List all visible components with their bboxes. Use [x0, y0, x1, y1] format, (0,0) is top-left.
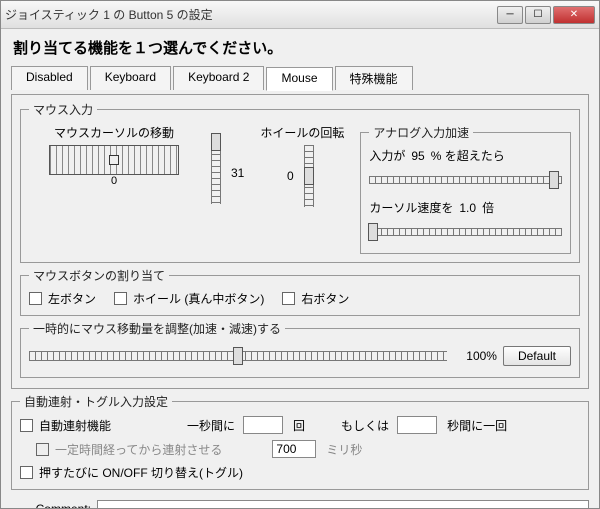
check-delay-fire: 一定時間経ってから連射させる: [36, 441, 222, 458]
content-area: 割り当てる機能を１つ選んでください。 Disabled Keyboard Key…: [1, 29, 599, 508]
check-right-button[interactable]: 右ボタン: [282, 290, 349, 307]
label-comment: Comment:: [11, 502, 91, 508]
label-persec-a: 一秒間に: [187, 417, 235, 434]
group-autofire: 自動連射・トグル入力設定 自動連射機能 一秒間に 回 もしくは 秒間に一回 一定…: [11, 393, 589, 490]
cursor-direction-box[interactable]: [49, 145, 179, 175]
tab-disabled[interactable]: Disabled: [11, 66, 88, 90]
tab-mouse[interactable]: Mouse: [266, 67, 332, 91]
wheel-value: 0: [287, 169, 294, 183]
label-wheel: ホイールの回転: [260, 124, 344, 141]
tab-special[interactable]: 特殊機能: [335, 66, 413, 90]
group-button-assign: マウスボタンの割り当て 左ボタン ホイール (真ん中ボタン) 右ボタン: [20, 267, 580, 316]
analog-threshold-slider[interactable]: [369, 167, 562, 193]
tab-keyboard2[interactable]: Keyboard 2: [173, 66, 264, 90]
group-temp-adjust: 一時的にマウス移動量を調整(加速・減速)する 100% Default: [20, 320, 580, 378]
analog-line2c: 倍: [482, 199, 494, 216]
label-persec-b: 秒間に一回: [447, 417, 507, 434]
check-toggle[interactable]: 押すたびに ON/OFF 切り替え(トグル): [20, 464, 243, 481]
window: ジョイスティック 1 の Button 5 の設定 ─ ☐ ✕ 割り当てる機能を…: [0, 0, 600, 509]
check-wheel-button[interactable]: ホイール (真ん中ボタン): [114, 290, 264, 307]
tabstrip: Disabled Keyboard Keyboard 2 Mouse 特殊機能: [11, 66, 589, 90]
legend-mouse-input: マウス入力: [29, 101, 97, 118]
legend-button-assign: マウスボタンの割り当て: [29, 267, 169, 284]
titlebar[interactable]: ジョイスティック 1 の Button 5 の設定 ─ ☐ ✕: [1, 1, 599, 29]
minimize-button[interactable]: ─: [497, 6, 523, 24]
default-button[interactable]: Default: [503, 346, 571, 366]
analog-threshold-value: 95: [411, 149, 424, 163]
input-delay-ms: [272, 440, 316, 458]
label-cursor-move: マウスカーソルの移動: [29, 124, 199, 141]
temp-adjust-percent: 100%: [453, 349, 497, 363]
tab-keyboard[interactable]: Keyboard: [90, 66, 171, 90]
check-left-button[interactable]: 左ボタン: [29, 290, 96, 307]
close-button[interactable]: ✕: [553, 6, 595, 24]
temp-adjust-slider[interactable]: [29, 343, 447, 369]
input-times-per-sec[interactable]: [243, 416, 283, 434]
window-title: ジョイスティック 1 の Button 5 の設定: [5, 6, 495, 23]
analog-speed-slider[interactable]: [369, 219, 562, 245]
legend-analog-accel: アナログ入力加速: [369, 124, 473, 141]
cursor-speed-value: 31: [231, 166, 244, 180]
input-comment[interactable]: [97, 500, 589, 508]
legend-temp-adjust: 一時的にマウス移動量を調整(加速・減速)する: [29, 320, 285, 337]
group-mouse-input: マウス入力 マウスカーソルの移動 0 31: [20, 101, 580, 263]
group-analog-accel: アナログ入力加速 入力が 95 % を超えたら カーソル速度を 1.0: [360, 124, 571, 254]
wheel-slider[interactable]: [300, 145, 318, 207]
unit-ms: ミリ秒: [326, 441, 362, 458]
analog-line1a: 入力が: [369, 147, 405, 164]
check-autofire-enable[interactable]: 自動連射機能: [20, 417, 111, 434]
maximize-button[interactable]: ☐: [525, 6, 551, 24]
label-or: もしくは: [341, 417, 389, 434]
cursor-speed-slider[interactable]: [207, 142, 225, 204]
legend-autofire: 自動連射・トグル入力設定: [20, 393, 172, 410]
unit-times1: 回: [293, 417, 305, 434]
analog-speed-value: 1.0: [459, 201, 476, 215]
cursor-center-value: 0: [111, 175, 117, 187]
tab-page-mouse: マウス入力 マウスカーソルの移動 0 31: [11, 94, 589, 389]
input-sec-per-time[interactable]: [397, 416, 437, 434]
analog-line1c: % を超えたら: [431, 147, 505, 164]
analog-line2a: カーソル速度を: [369, 199, 453, 216]
headline: 割り当てる機能を１つ選んでください。: [11, 35, 589, 62]
